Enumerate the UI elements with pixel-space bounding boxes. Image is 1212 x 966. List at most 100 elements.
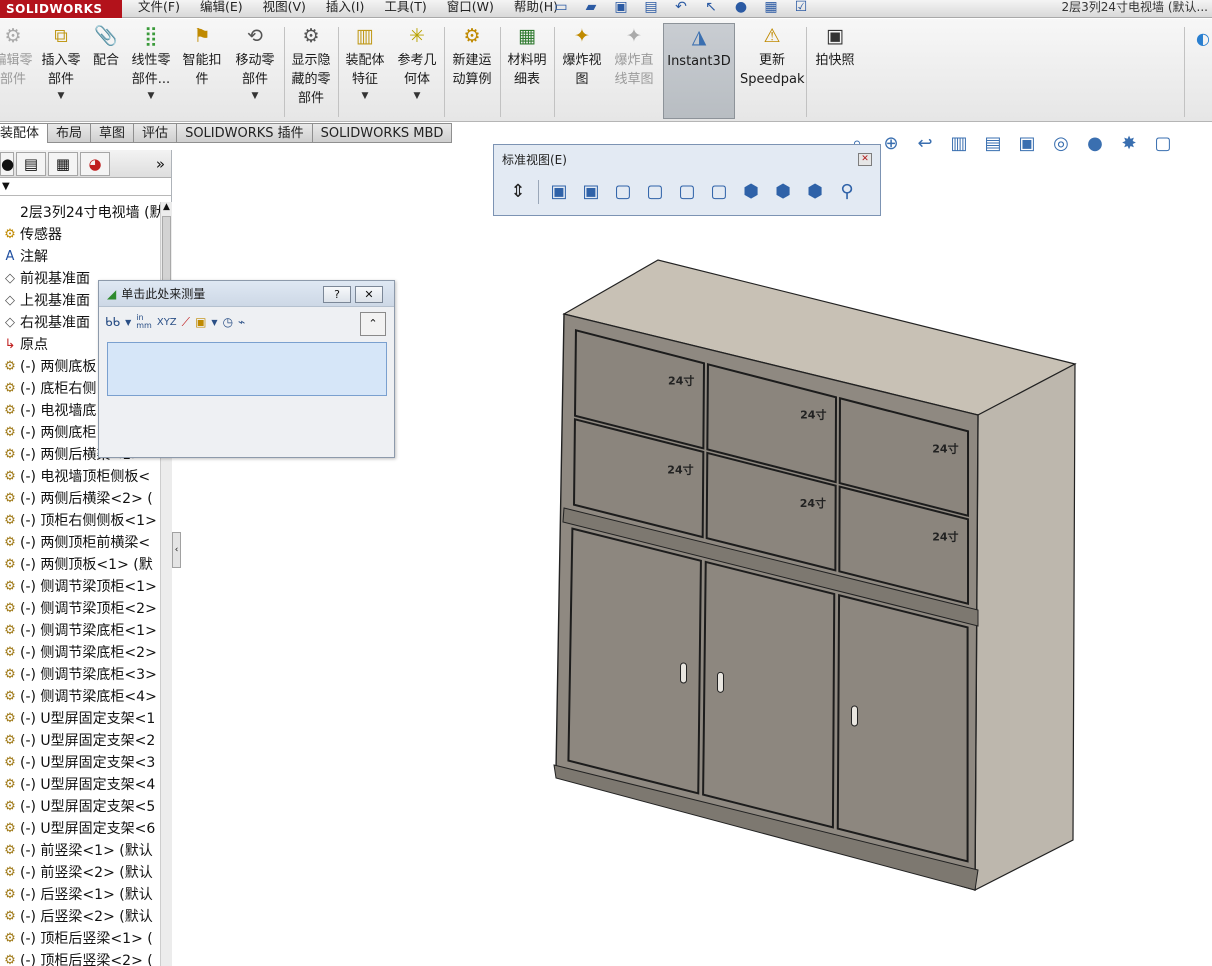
top-view-icon[interactable]: ▢: [673, 178, 701, 206]
expand-collapse-button[interactable]: ⌃: [360, 312, 386, 336]
linear-pattern-button[interactable]: ⣿ 线性零 部件... ▼: [128, 23, 174, 119]
normal-to-icon[interactable]: ⇕: [504, 178, 532, 206]
new-document-icon[interactable]: ▭: [548, 0, 574, 16]
file-properties-icon[interactable]: ▦: [758, 0, 784, 16]
exploded-view-button[interactable]: ✦ 爆炸视 图: [558, 23, 606, 119]
menu-tools[interactable]: 工具(T): [374, 0, 436, 18]
dropdown-arrow-icon[interactable]: ▼: [394, 89, 440, 103]
mate-button[interactable]: 📎 配合: [88, 23, 124, 119]
display-style-icon[interactable]: ▣: [1012, 133, 1042, 154]
insert-components-button[interactable]: ⧉ 插入零 部件 ▼: [38, 23, 84, 119]
previous-view-icon[interactable]: ↩: [910, 133, 940, 154]
reference-geometry-button[interactable]: ✳ 参考几 何体 ▼: [394, 23, 440, 119]
menu-edit[interactable]: 编辑(E): [190, 0, 253, 18]
tree-item[interactable]: ⚙ (-) U型屏固定支架<2: [0, 730, 160, 752]
edit-component-button[interactable]: ⚙ 编辑零 部件: [0, 23, 34, 119]
tree-item[interactable]: ⚙ (-) 前竖梁<1> (默认: [0, 840, 160, 862]
tree-item[interactable]: ⚙ (-) U型屏固定支架<4: [0, 774, 160, 796]
featuremanager-tab-icon[interactable]: ●: [0, 151, 14, 176]
show-hidden-components-button[interactable]: ⚙ 显示隐 藏的零 部件: [288, 23, 334, 119]
tree-item[interactable]: ⚙ (-) 侧调节梁顶柜<1>: [0, 576, 160, 598]
tree-item[interactable]: ⚙ (-) 前竖梁<2> (默认: [0, 862, 160, 884]
new-motion-study-button[interactable]: ⚙ 新建运 动算例: [448, 23, 496, 119]
standard-views-title[interactable]: 标准视图(E): [494, 145, 880, 173]
tree-item[interactable]: ⚙ (-) 顶柜后竖梁<2> (: [0, 950, 160, 966]
measurement-history-icon[interactable]: ◷: [223, 315, 233, 329]
globe-icon[interactable]: ◐: [1196, 29, 1210, 48]
tab-sketch[interactable]: 草图: [91, 123, 135, 143]
menu-file[interactable]: 文件(F): [128, 0, 190, 18]
tree-item[interactable]: ⚙ (-) U型屏固定支架<5: [0, 796, 160, 818]
tree-item[interactable]: ⚙ (-) 后竖梁<1> (默认: [0, 884, 160, 906]
print-icon[interactable]: ▤: [638, 0, 664, 16]
dropdown-arrow-icon[interactable]: ▼: [211, 318, 217, 327]
units-precision-button[interactable]: in mm: [136, 314, 152, 330]
projection-icon[interactable]: ▣: [195, 315, 206, 329]
update-speedpak-button[interactable]: ⚠ 更新 Speedpak: [740, 23, 805, 119]
tree-item[interactable]: ⚙ (-) 侧调节梁顶柜<2>: [0, 598, 160, 620]
menu-window[interactable]: 窗口(W): [437, 0, 504, 18]
menu-insert[interactable]: 插入(I): [316, 0, 374, 18]
view-orientation-icon[interactable]: ▤: [978, 133, 1008, 154]
trimetric-view-icon[interactable]: ⬢: [769, 178, 797, 206]
help-button[interactable]: ?: [323, 286, 351, 303]
dropdown-arrow-icon[interactable]: ▼: [342, 89, 388, 103]
close-icon[interactable]: ✕: [858, 153, 872, 166]
smart-fasteners-button[interactable]: ⚑ 智能扣 件: [178, 23, 226, 119]
configurationmanager-tab-icon[interactable]: ▦: [48, 151, 78, 176]
tree-item[interactable]: ⚙ (-) 两侧顶柜前横梁<: [0, 532, 160, 554]
instant3d-button[interactable]: ◮ Instant3D: [663, 23, 735, 119]
dropdown-arrow-icon[interactable]: ▼: [38, 89, 84, 103]
measure-result-box[interactable]: [107, 342, 387, 396]
apply-scene-icon[interactable]: ✸: [1114, 133, 1144, 154]
propertymanager-tab-icon[interactable]: ▤: [16, 151, 46, 176]
open-folder-icon[interactable]: ▰: [578, 0, 604, 16]
tab-solidworks-mbd[interactable]: SOLIDWORKS MBD: [312, 123, 453, 143]
tree-item[interactable]: ⚙ (-) 侧调节梁底柜<4>: [0, 686, 160, 708]
tree-item[interactable]: ⚙ (-) 两侧顶板<1> (默: [0, 554, 160, 576]
menu-view[interactable]: 视图(V): [253, 0, 316, 18]
tree-item[interactable]: ⚙ 传感器: [0, 224, 160, 246]
tab-layout[interactable]: 布局: [48, 123, 92, 143]
right-view-icon[interactable]: ▢: [641, 178, 669, 206]
tree-item[interactable]: ⚙ (-) U型屏固定支架<3: [0, 752, 160, 774]
snapshot-button[interactable]: ▣ 拍快照: [810, 23, 860, 119]
dropdown-arrow-icon[interactable]: ▼: [230, 89, 280, 103]
move-component-button[interactable]: ⟲ 移动零 部件 ▼: [230, 23, 280, 119]
tree-item[interactable]: A 注解: [0, 246, 160, 268]
point-to-point-icon[interactable]: ⟋: [182, 315, 190, 330]
displaymanager-tab-icon[interactable]: ◕: [80, 151, 110, 176]
rebuild-icon[interactable]: ●: [728, 0, 754, 16]
hide-show-items-icon[interactable]: ◎: [1046, 133, 1076, 154]
tab-evaluate[interactable]: 评估: [134, 123, 178, 143]
dropdown-arrow-icon[interactable]: ▼: [128, 89, 174, 103]
tree-item[interactable]: ⚙ (-) 两侧后横梁<2> (: [0, 488, 160, 510]
arc-circle-measure-icon[interactable]: ᑲᑲ: [105, 315, 120, 329]
close-button[interactable]: ✕: [355, 286, 383, 303]
tree-item[interactable]: ⚙ (-) 顶柜后竖梁<1> (: [0, 928, 160, 950]
section-view-icon[interactable]: ▥: [944, 133, 974, 154]
tree-item[interactable]: ⚙ (-) 电视墙顶柜侧板<: [0, 466, 160, 488]
select-pointer-icon[interactable]: ↖: [698, 0, 724, 16]
tree-root[interactable]: 2层3列24寸电视墙 (默认: [0, 202, 160, 224]
tab-solidworks-addins[interactable]: SOLIDWORKS 插件: [177, 123, 313, 143]
xyz-measure-button[interactable]: XYZ: [157, 317, 177, 328]
view-settings-icon[interactable]: ▢: [1148, 133, 1178, 154]
undo-icon[interactable]: ↶: [668, 0, 694, 16]
isometric-view-icon[interactable]: ⬢: [737, 178, 765, 206]
bottom-view-icon[interactable]: ▢: [705, 178, 733, 206]
front-view-icon[interactable]: ▣: [545, 178, 573, 206]
explode-line-sketch-button[interactable]: ✦ 爆炸直 线草图: [610, 23, 658, 119]
tree-item[interactable]: ⚙ (-) 侧调节梁底柜<3>: [0, 664, 160, 686]
tree-filter[interactable]: ▼: [0, 178, 171, 196]
tab-assembly[interactable]: 装配体: [0, 123, 49, 143]
tree-item[interactable]: ⚙ (-) 后竖梁<2> (默认: [0, 906, 160, 928]
tree-item[interactable]: ⚙ (-) 侧调节梁底柜<1>: [0, 620, 160, 642]
scroll-up-icon[interactable]: ▲: [161, 202, 172, 212]
left-view-icon[interactable]: ▢: [609, 178, 637, 206]
options-icon[interactable]: ☑: [788, 0, 814, 16]
link-view-icon[interactable]: ⚲: [833, 178, 861, 206]
tree-item[interactable]: ⚙ (-) U型屏固定支架<6: [0, 818, 160, 840]
assembly-features-button[interactable]: ▥ 装配体 特征 ▼: [342, 23, 388, 119]
graphics-area-model[interactable]: 24寸 24寸 24寸 24寸 24寸 24寸: [540, 250, 1100, 900]
